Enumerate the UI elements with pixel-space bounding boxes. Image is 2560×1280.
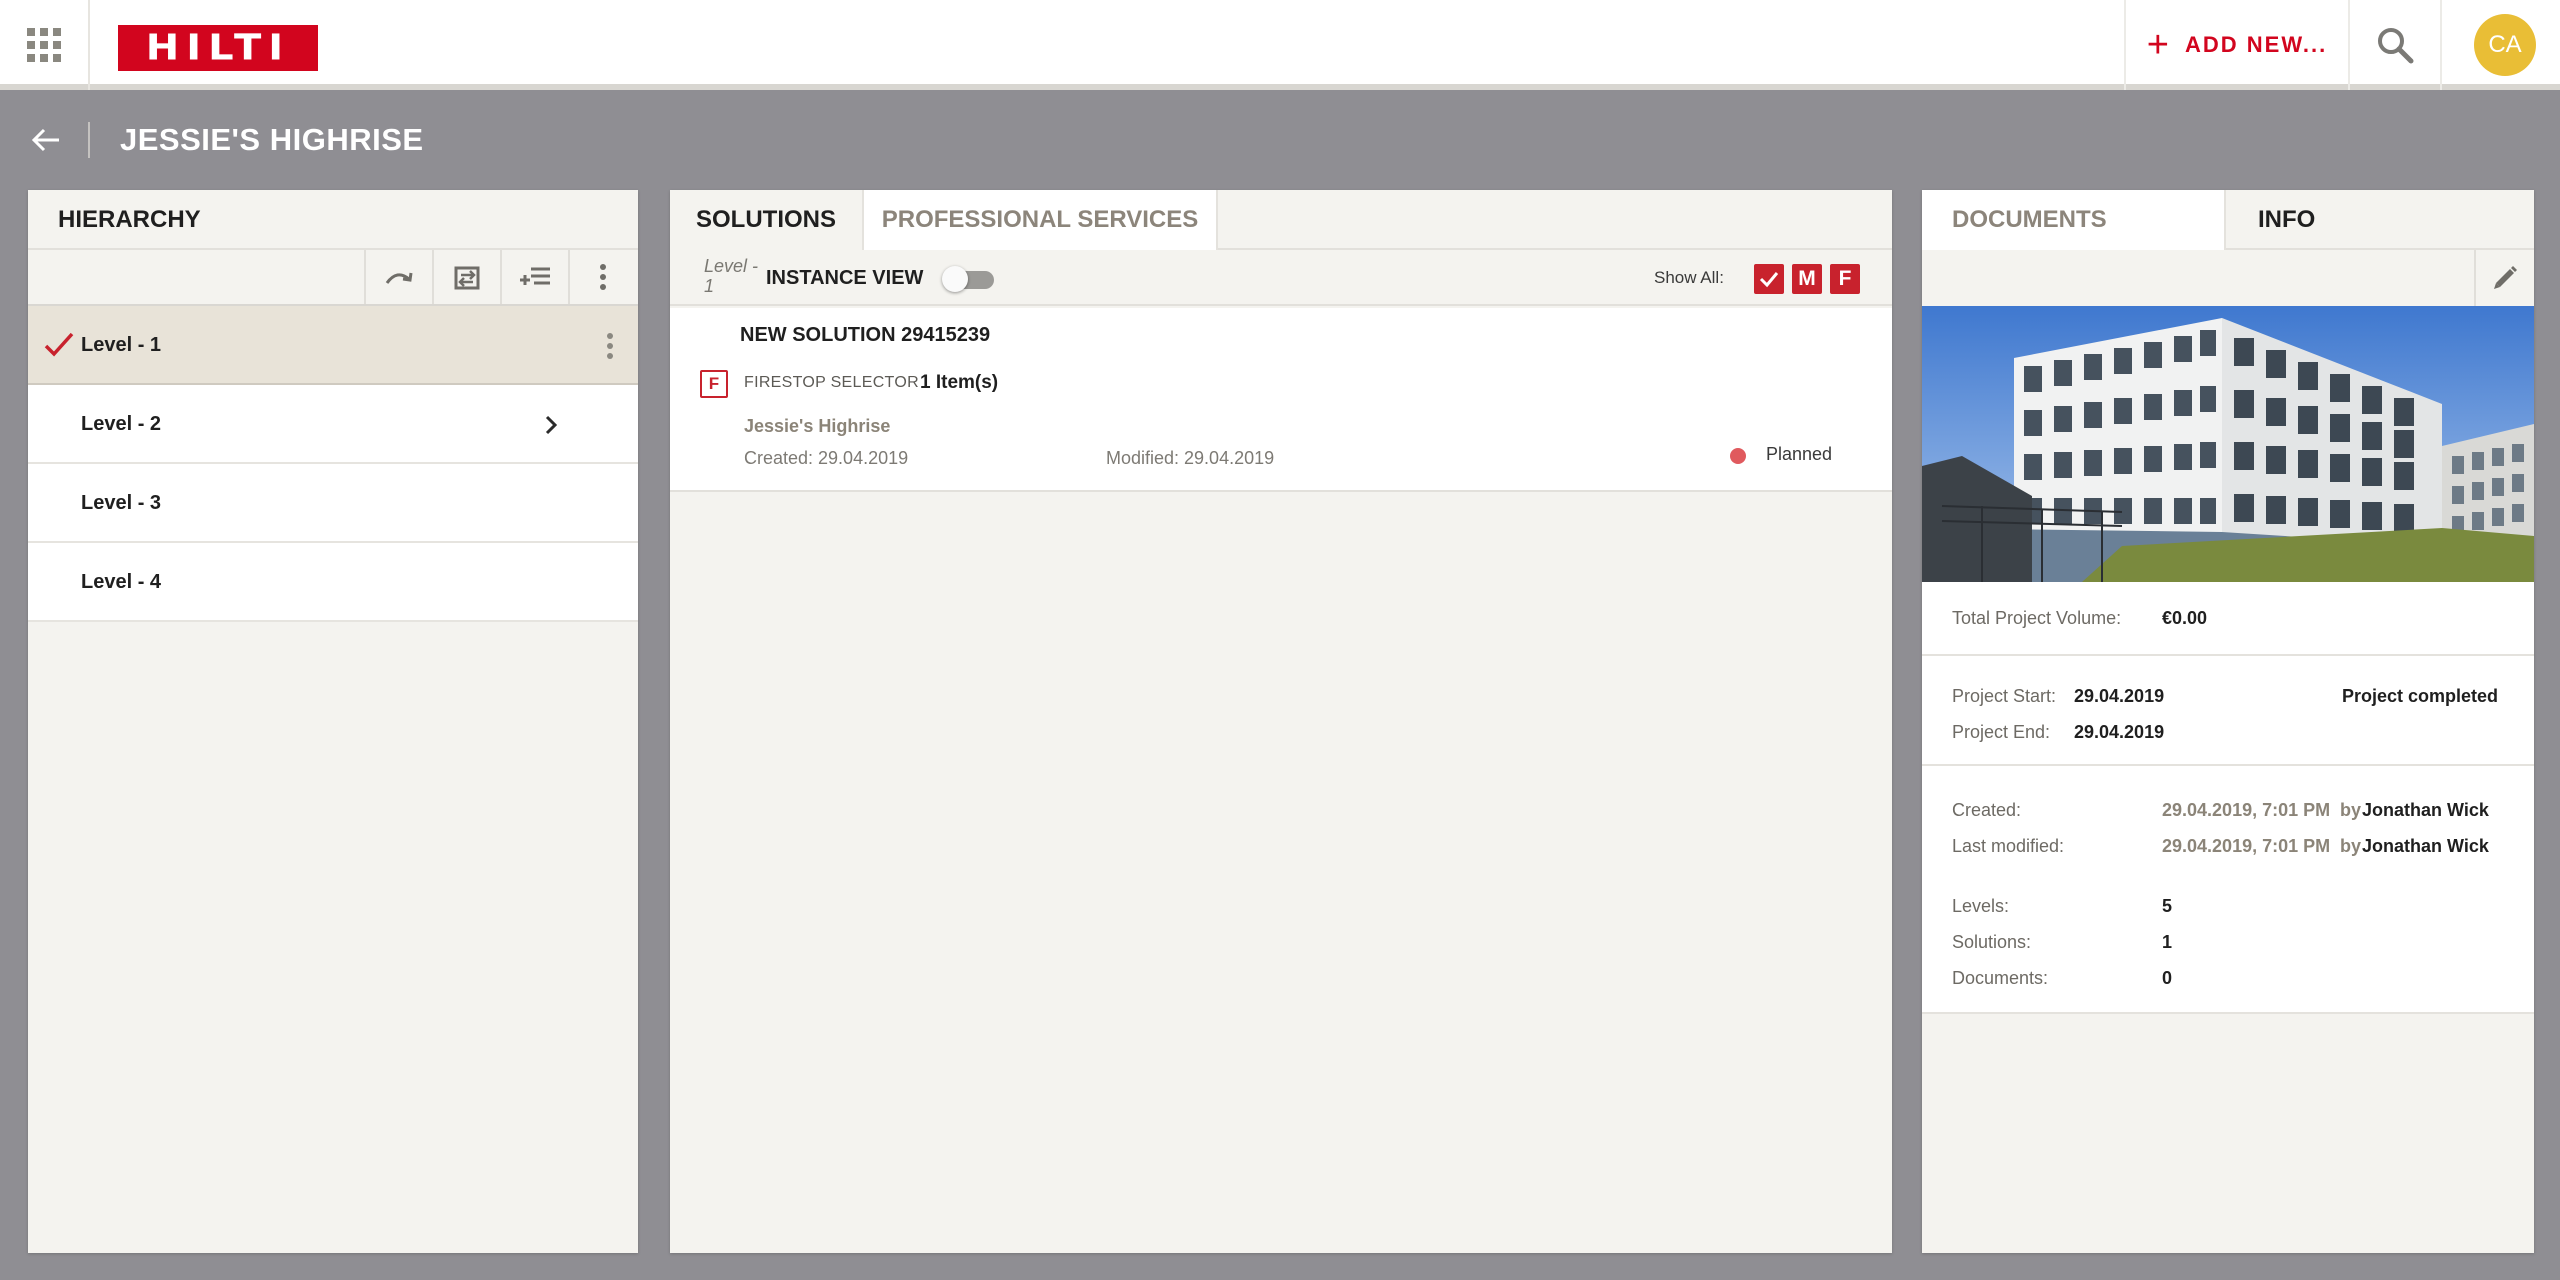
apps-menu-button[interactable] — [0, 0, 90, 90]
tab-documents[interactable]: DOCUMENTS — [1922, 190, 2226, 250]
solution-modified-date: Modified: 29.04.2019 — [1106, 448, 1275, 468]
created-date: 29.04.2019, 7:01 PM — [2162, 800, 2331, 820]
total-volume-label: Total Project Volume: — [1952, 608, 2122, 628]
project-status: Project completed — [2342, 686, 2499, 706]
dates-section: Project Start: 29.04.2019 Project comple… — [1922, 656, 2534, 766]
project-photo — [1922, 306, 2534, 582]
solution-created-date: Created: 29.04.2019 — [744, 448, 909, 468]
tab-solutions[interactable]: SOLUTIONS — [670, 190, 862, 250]
level-row-2[interactable]: Level - 2 — [28, 385, 638, 464]
total-volume-value: €0.00 — [2162, 608, 2208, 628]
pencil-icon — [2494, 266, 2517, 289]
tab-professional-services[interactable]: PROFESSIONAL SERVICES — [862, 190, 1218, 250]
modified-by-word: by — [2340, 836, 2362, 856]
meta-section: Created: 29.04.2019, 7:01 PM by Jonathan… — [1922, 766, 2534, 1014]
level-row-3[interactable]: Level - 3 — [28, 464, 638, 543]
plus-icon: + — [2146, 24, 2171, 66]
hierarchy-title: HIERARCHY — [58, 206, 201, 233]
project-start-value: 29.04.2019 — [2074, 686, 2165, 706]
add-list-icon — [520, 267, 550, 285]
solution-type: FIRESTOP SELECTOR — [744, 374, 919, 391]
arrow-left-icon — [31, 128, 59, 152]
solution-item-count: 1 Item(s) — [920, 372, 999, 393]
check-icon — [1759, 272, 1779, 288]
tab-info[interactable]: INFO — [2226, 190, 2534, 250]
hierarchy-header: HIERARCHY — [28, 190, 638, 250]
project-start-label: Project Start: — [1952, 686, 2057, 706]
apps-grid-icon — [27, 28, 61, 62]
row-more-icon[interactable] — [600, 331, 620, 361]
hilti-logo[interactable]: HILTI — [118, 25, 318, 71]
levels-label: Levels: — [1952, 896, 2010, 916]
project-end-value: 29.04.2019 — [2074, 722, 2165, 742]
filter-m-button[interactable]: M — [1792, 264, 1822, 294]
level-label: Level - 2 — [81, 413, 162, 435]
levels-count: 5 — [2162, 896, 2173, 916]
building-image — [1922, 306, 2534, 582]
solution-title: NEW SOLUTION 29415239 — [740, 324, 991, 346]
info-panel: DOCUMENTS INFO Total Project Volume: €0.… — [1922, 190, 2534, 1253]
logo-text: HILTI — [145, 27, 291, 69]
user-avatar[interactable]: CA — [2474, 14, 2536, 76]
search-button[interactable] — [2350, 0, 2442, 90]
avatar-initials: CA — [2488, 31, 2522, 58]
modified-by-name: Jonathan Wick — [2362, 836, 2489, 856]
hierarchy-more-button[interactable] — [568, 250, 636, 304]
level-label: Level - 1 — [81, 334, 162, 356]
level-label: Level - 4 — [81, 571, 162, 593]
filter-f-button[interactable]: F — [1830, 264, 1860, 294]
redo-icon — [385, 272, 413, 284]
add-level-button[interactable] — [500, 250, 568, 304]
show-all-label: Show All: — [1654, 268, 1724, 287]
solution-project-link[interactable]: Jessie's Highrise — [744, 416, 890, 437]
solutions-panel: SOLUTIONS PROFESSIONAL SERVICES Level - … — [670, 190, 1892, 1253]
current-level-breadcrumb: Level - 1 — [704, 256, 759, 296]
edit-button[interactable] — [2474, 250, 2534, 306]
toggle-knob — [942, 266, 968, 292]
solutions-count: 1 — [2162, 932, 2173, 952]
checkmark-icon — [44, 332, 74, 357]
redo-button[interactable] — [364, 250, 432, 304]
more-vertical-icon — [600, 264, 606, 290]
solutions-label: Solutions: — [1952, 932, 2032, 952]
search-icon — [2378, 28, 2414, 64]
last-modified-date: 29.04.2019, 7:01 PM — [2162, 836, 2331, 856]
hierarchy-panel: HIERARCHY Level - 1 Level - 2 Level - 3 … — [28, 190, 638, 1253]
info-toolbar — [1922, 250, 2534, 306]
project-end-label: Project End: — [1952, 722, 2051, 742]
add-new-button[interactable]: + ADD NEW... — [2124, 0, 2350, 90]
instance-view-label: INSTANCE VIEW — [766, 267, 924, 289]
move-button[interactable] — [432, 250, 500, 304]
instance-view-toggle[interactable] — [942, 266, 996, 292]
last-modified-label: Last modified: — [1952, 836, 2065, 856]
filter-all-checkbox[interactable] — [1754, 264, 1784, 294]
chevron-right-icon[interactable] — [540, 413, 562, 437]
page-title: JESSIE'S HIGHRISE — [120, 122, 424, 157]
level-label: Level - 3 — [81, 492, 162, 514]
solutions-tabs: SOLUTIONS PROFESSIONAL SERVICES — [670, 190, 1892, 250]
hierarchy-toolbar — [28, 250, 638, 306]
status-dot-icon — [1730, 448, 1746, 464]
solution-card[interactable]: NEW SOLUTION 29415239 F FIRESTOP SELECTO… — [670, 308, 1892, 492]
created-by-name: Jonathan Wick — [2362, 800, 2489, 820]
details-tabs: DOCUMENTS INFO — [1922, 190, 2534, 250]
back-button[interactable] — [26, 120, 66, 160]
volume-section: Total Project Volume: €0.00 — [1922, 582, 2534, 656]
firestop-type-icon: F — [700, 370, 728, 398]
created-label: Created: — [1952, 800, 2022, 820]
solution-status: Planned — [1766, 444, 1833, 464]
solutions-toolbar: Level - 1 INSTANCE VIEW Show All: M F — [670, 250, 1892, 306]
documents-count: 0 — [2162, 968, 2173, 988]
top-bar: HILTI + ADD NEW... CA — [0, 0, 2560, 90]
level-row-1[interactable]: Level - 1 — [28, 306, 638, 385]
title-divider — [88, 122, 90, 158]
documents-label: Documents: — [1952, 968, 2049, 988]
swap-icon — [454, 266, 480, 290]
created-by-word: by — [2340, 800, 2362, 820]
level-row-4[interactable]: Level - 4 — [28, 543, 638, 622]
add-new-label: ADD NEW... — [2184, 32, 2328, 57]
